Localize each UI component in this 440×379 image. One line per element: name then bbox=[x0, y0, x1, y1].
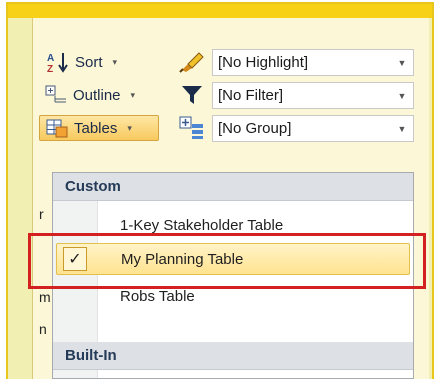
background-text-fragment: r bbox=[39, 206, 44, 222]
filter-value: [No Filter] bbox=[218, 87, 284, 104]
group-by-icon[interactable] bbox=[179, 116, 205, 140]
sort-dropdown-arrow[interactable]: ▾ bbox=[113, 57, 118, 68]
highlight-callout-box bbox=[28, 233, 426, 289]
outline-button[interactable]: Outline ▾ bbox=[39, 82, 141, 108]
filter-icon[interactable] bbox=[181, 85, 203, 105]
group-select[interactable]: [No Group] ▼ bbox=[212, 115, 414, 142]
menu-item-label: 1-Key Stakeholder Table bbox=[120, 216, 284, 234]
tables-label: Tables bbox=[74, 119, 118, 137]
group-value: [No Group] bbox=[218, 120, 292, 137]
tables-dropdown-arrow[interactable]: ▾ bbox=[127, 123, 132, 134]
top-stripe bbox=[8, 4, 432, 18]
table-icon bbox=[46, 119, 68, 138]
menu-section-builtin: Built-In bbox=[53, 342, 413, 370]
chevron-down-icon[interactable]: ▼ bbox=[391, 124, 413, 134]
background-text-fragment: n bbox=[39, 321, 47, 337]
sort-button[interactable]: A Z Sort ▾ bbox=[39, 49, 123, 75]
highlight-value: [No Highlight] bbox=[218, 54, 309, 71]
tables-button[interactable]: Tables ▾ bbox=[39, 115, 159, 141]
outline-icon bbox=[45, 85, 66, 103]
menu-item-label: Robs Table bbox=[120, 287, 195, 305]
svg-text:Z: Z bbox=[47, 64, 53, 73]
chevron-down-icon[interactable]: ▼ bbox=[391, 58, 413, 68]
background-text-fragment: m bbox=[39, 289, 51, 305]
highlight-select[interactable]: [No Highlight] ▼ bbox=[212, 49, 414, 76]
highlight-pen-icon[interactable] bbox=[179, 51, 205, 73]
sort-az-icon: A Z bbox=[47, 53, 68, 73]
sort-label: Sort bbox=[75, 53, 103, 71]
outline-dropdown-arrow[interactable]: ▾ bbox=[131, 90, 136, 101]
chevron-down-icon[interactable]: ▼ bbox=[391, 91, 413, 101]
custom-header-label: Custom bbox=[65, 178, 121, 195]
builtin-header-label: Built-In bbox=[65, 347, 117, 364]
outline-label: Outline bbox=[73, 86, 121, 104]
svg-text:A: A bbox=[47, 53, 54, 64]
filter-select[interactable]: [No Filter] ▼ bbox=[212, 82, 414, 109]
menu-section-custom: Custom bbox=[53, 173, 413, 201]
